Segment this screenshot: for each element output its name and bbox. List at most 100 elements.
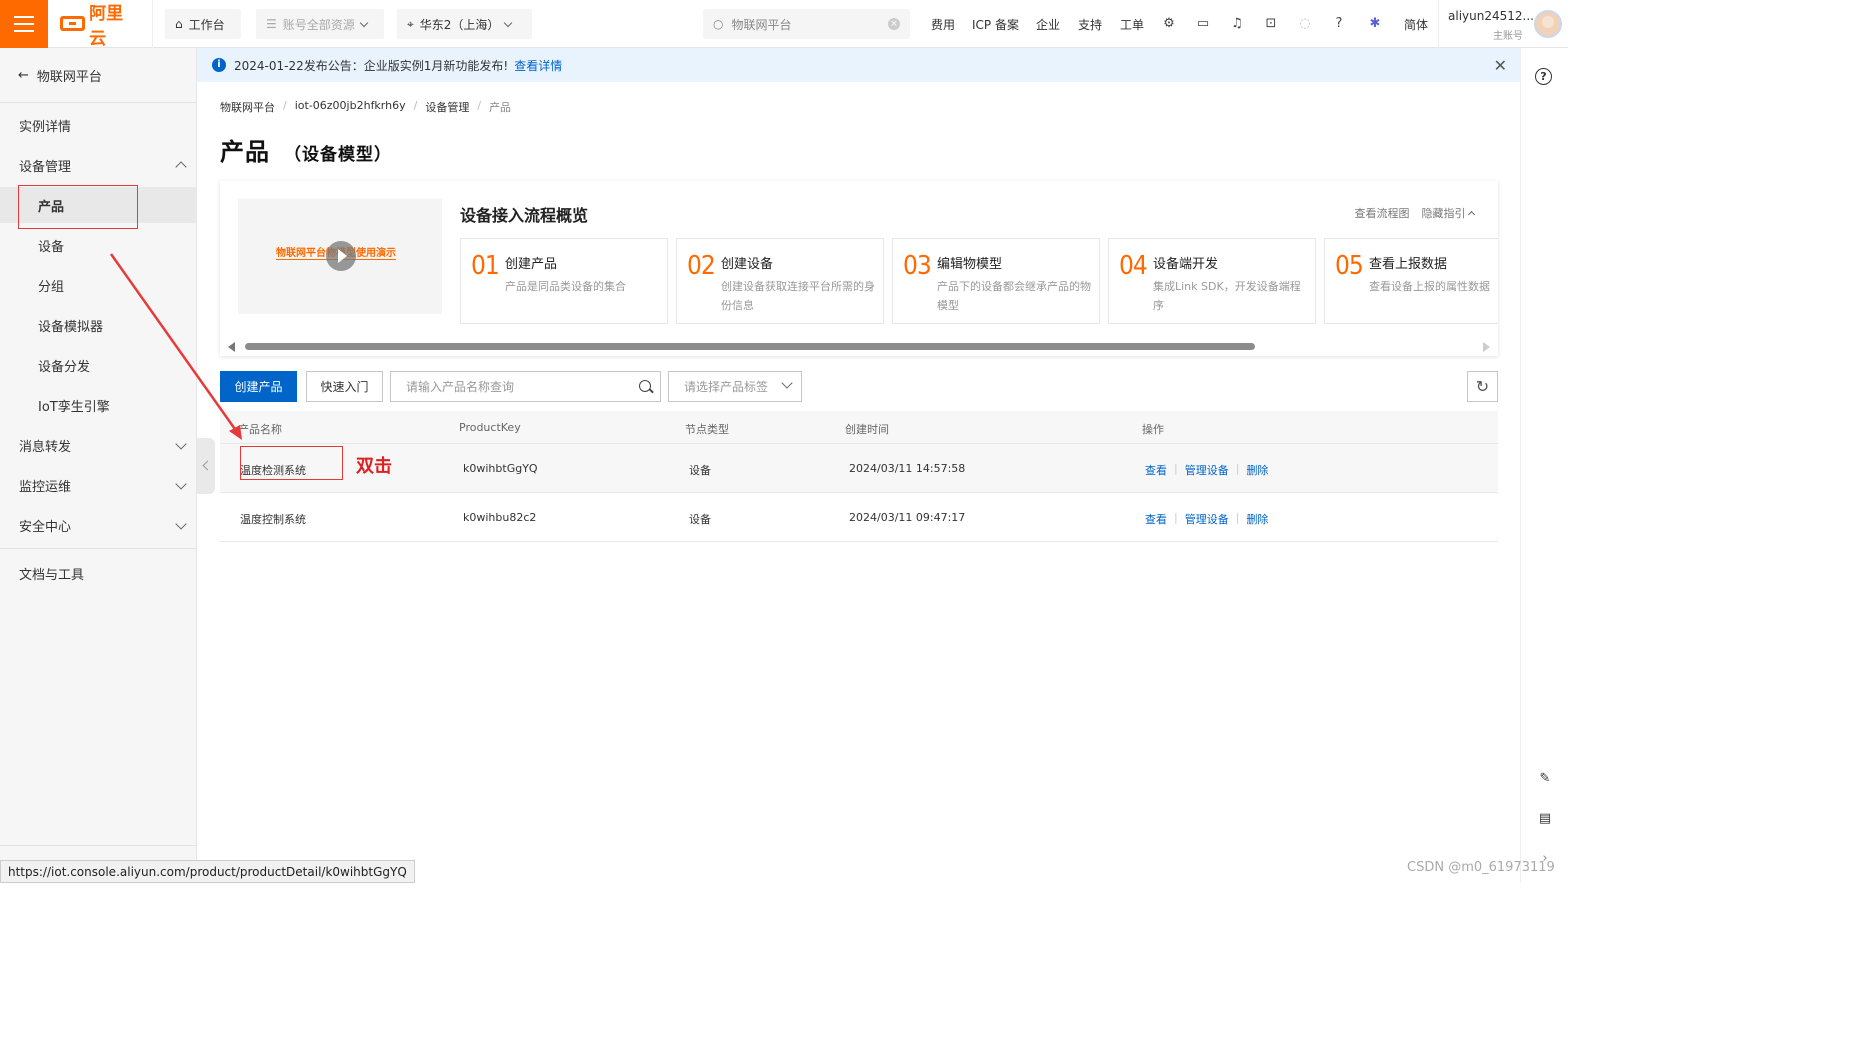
- close-icon[interactable]: ✕: [1494, 56, 1507, 75]
- sidebar-item-security[interactable]: 安全中心: [0, 507, 197, 543]
- sidebar-item-label: 消息转发: [19, 439, 72, 455]
- chevron-down-icon: [175, 438, 187, 450]
- sidebar-item-device-mgmt[interactable]: 设备管理: [0, 147, 197, 183]
- sidebar-item-label: 监控运维: [19, 479, 72, 495]
- guide-step[interactable]: 05 查看上报数据 查看设备上报的属性数据: [1324, 238, 1498, 324]
- region-selector[interactable]: ⌖ 华东2（上海）: [397, 9, 532, 39]
- account-menu[interactable]: aliyun24512... 主账号: [1438, 0, 1568, 48]
- annotation-label: 双击: [356, 456, 392, 477]
- chevron-down-icon: [781, 377, 793, 389]
- delete-link[interactable]: 删除: [1246, 462, 1268, 478]
- sidebar-back-label: 物联网平台: [36, 70, 102, 85]
- right-rail: ? ✎ ▤ ›: [1520, 48, 1568, 883]
- sidebar-item-twin[interactable]: IoT孪生引擎: [0, 387, 197, 423]
- sidebar-item-monitor[interactable]: 监控运维: [0, 467, 197, 503]
- sidebar-item-label: 设备模拟器: [38, 319, 104, 335]
- bell-icon[interactable]: ♫: [1228, 14, 1246, 32]
- demo-video[interactable]: 物联网平台物模型使用演示: [238, 199, 442, 314]
- row-actions: 查看 | 管理设备 | 删除: [1145, 462, 1268, 478]
- clear-icon[interactable]: ×: [888, 18, 900, 30]
- create-product-button[interactable]: 创建产品: [220, 371, 297, 402]
- guide-step[interactable]: 01 创建产品 产品是同品类设备的集合: [460, 238, 668, 324]
- refresh-icon[interactable]: ↻: [1467, 371, 1498, 402]
- nav-ticket[interactable]: 工单: [1120, 16, 1144, 33]
- resource-label: 账号全部资源: [282, 17, 355, 32]
- terminal-icon[interactable]: ▭: [1194, 14, 1212, 32]
- view-link[interactable]: 查看: [1145, 511, 1167, 527]
- scrollbar-thumb[interactable]: [245, 343, 1255, 350]
- sidebar-item-group[interactable]: 分组: [0, 267, 197, 303]
- hide-guide-link[interactable]: 隐藏指引: [1421, 205, 1476, 221]
- hamburger-menu-icon[interactable]: [0, 0, 48, 48]
- table-header: 产品名称 ProductKey 节点类型 创建时间 操作: [220, 411, 1498, 444]
- assistant-icon[interactable]: ✱: [1366, 14, 1384, 32]
- announcement-link[interactable]: 查看详情: [514, 57, 562, 74]
- table-row[interactable]: 温度检测系统 k0wihbtGgYQ 设备 2024/03/11 14:57:5…: [220, 444, 1498, 493]
- nav-support[interactable]: 支持: [1078, 16, 1102, 33]
- scroll-left-icon[interactable]: [228, 342, 235, 352]
- edit-icon[interactable]: ✎: [1535, 768, 1555, 788]
- guide-step[interactable]: 04 设备端开发 集成Link SDK，开发设备端程序: [1108, 238, 1316, 324]
- search-icon[interactable]: [639, 380, 651, 392]
- nav-fees[interactable]: 费用: [931, 16, 955, 33]
- guide-steps: 01 创建产品 产品是同品类设备的集合 02 创建设备 创建设备获取连接平台所需的身份信…: [460, 238, 1498, 324]
- scroll-right-icon[interactable]: [1483, 342, 1490, 352]
- aliyun-logo[interactable]: 阿里云: [48, 0, 153, 49]
- app-icon[interactable]: ⚙: [1160, 14, 1178, 32]
- sidebar-back-link[interactable]: ← 物联网平台: [18, 66, 102, 85]
- sidebar-item-docs[interactable]: 文档与工具: [0, 555, 197, 591]
- help-icon[interactable]: ?: [1330, 14, 1348, 32]
- breadcrumb-item[interactable]: 物联网平台: [220, 99, 275, 115]
- product-toolbar: 创建产品 快速入门 请输入产品名称查询 请选择产品标签 ↻: [220, 371, 1498, 402]
- guide-step[interactable]: 03 编辑物模型 产品下的设备都会继承产品的物模型: [892, 238, 1100, 324]
- breadcrumb-item[interactable]: 设备管理: [425, 99, 469, 115]
- sidebar-item-label: 设备: [38, 239, 65, 255]
- feedback-icon[interactable]: ▤: [1535, 808, 1555, 828]
- help-circle-icon[interactable]: ?: [1535, 68, 1552, 85]
- product-name-cell[interactable]: 温度控制系统: [240, 511, 306, 527]
- sidebar-item-instance[interactable]: 实例详情: [0, 107, 197, 143]
- stack-icon: ☰: [266, 17, 277, 31]
- sidebar-item-message[interactable]: 消息转发: [0, 427, 197, 463]
- manage-devices-link[interactable]: 管理设备: [1185, 462, 1229, 478]
- sidebar-item-simulator[interactable]: 设备模拟器: [0, 307, 197, 343]
- cart-icon[interactable]: ⊡: [1262, 14, 1280, 32]
- product-tag-select[interactable]: 请选择产品标签: [668, 371, 802, 402]
- action-separator: |: [1235, 511, 1240, 524]
- manage-devices-link[interactable]: 管理设备: [1185, 511, 1229, 527]
- sidebar-collapse-handle[interactable]: [197, 438, 215, 494]
- lightbulb-icon[interactable]: ◌: [1296, 14, 1314, 32]
- account-role: 主账号: [1493, 31, 1523, 42]
- product-search-input[interactable]: 请输入产品名称查询: [390, 371, 661, 402]
- sidebar-divider: [0, 845, 197, 846]
- table-row[interactable]: 温度控制系统 k0wihbu82c2 设备 2024/03/11 09:47:1…: [220, 493, 1498, 542]
- sidebar-item-label: 实例详情: [19, 119, 72, 135]
- column-header: 操作: [1142, 423, 1164, 436]
- hide-guide-label: 隐藏指引: [1421, 207, 1466, 220]
- avatar[interactable]: [1534, 10, 1562, 38]
- global-search-input[interactable]: ○ 物联网平台 ×: [703, 9, 910, 39]
- nav-icp[interactable]: ICP 备案: [972, 16, 1019, 33]
- column-header: 节点类型: [685, 423, 729, 436]
- created-time-cell: 2024/03/11 09:47:17: [849, 511, 966, 524]
- breadcrumb-item[interactable]: iot-06z00jb2hfkrh6y: [295, 99, 406, 115]
- workbench-button[interactable]: ⌂ 工作台: [165, 9, 241, 39]
- chevron-down-icon: [175, 518, 187, 530]
- delete-link[interactable]: 删除: [1246, 511, 1268, 527]
- column-header: 创建时间: [845, 423, 889, 436]
- sidebar-item-device[interactable]: 设备: [0, 227, 197, 263]
- view-link[interactable]: 查看: [1145, 462, 1167, 478]
- announcement-bar: i 2024-01-22发布公告：企业版实例1月新功能发布! 查看详情 ✕: [197, 48, 1520, 82]
- page-title: 产品 （设备模型）: [220, 132, 392, 167]
- step-title: 编辑物模型: [937, 257, 1003, 272]
- product-key-cell: k0wihbu82c2: [463, 511, 537, 524]
- play-icon[interactable]: [326, 241, 356, 271]
- sidebar-item-distribution[interactable]: 设备分发: [0, 347, 197, 383]
- language-switch[interactable]: 简体: [1404, 16, 1428, 33]
- quick-start-button[interactable]: 快速入门: [306, 371, 383, 402]
- nav-enterprise[interactable]: 企业: [1036, 16, 1060, 33]
- resource-selector[interactable]: ☰ 账号全部资源: [256, 9, 384, 39]
- guide-step[interactable]: 02 创建设备 创建设备获取连接平台所需的身份信息: [676, 238, 884, 324]
- guide-scrollbar[interactable]: [228, 341, 1490, 352]
- view-flowchart-link[interactable]: 查看流程图: [1355, 205, 1410, 221]
